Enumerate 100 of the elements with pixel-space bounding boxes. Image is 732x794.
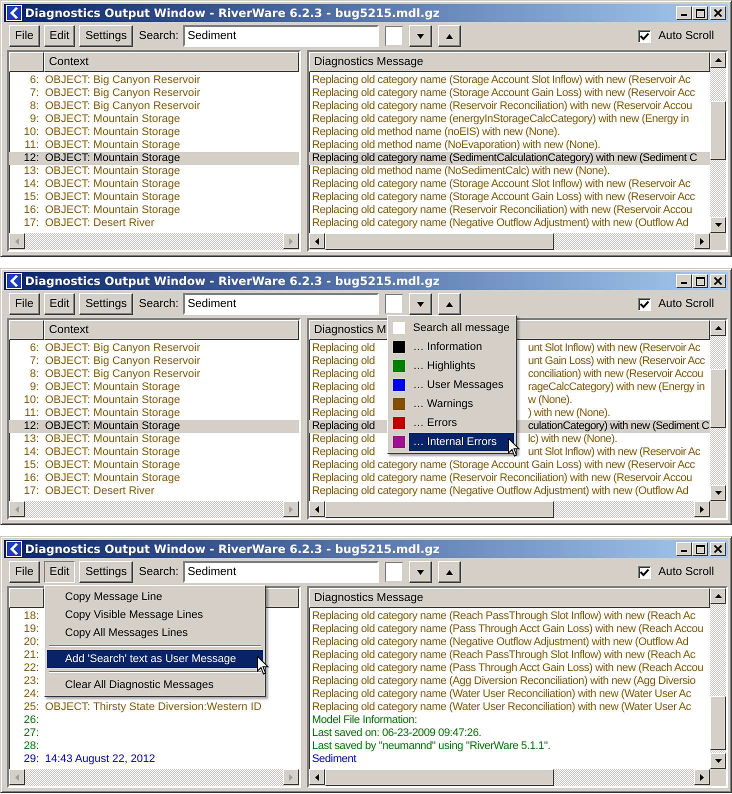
message-text: Replacing old category name (Negative Outflow Adjustment) with new (Outflow Ad	[311, 485, 688, 498]
message-text: Replacing old category name (Pass Through Acct Gain Loss) with new (Reach Accou	[311, 662, 704, 675]
message-text: Replacing old category name (Reach PassThrough Slot Inflow) with new (Reach Ac	[311, 649, 696, 662]
context-text: OBJECT: Mountain Storage	[45, 394, 180, 407]
message-text: ) with new (None).	[528, 407, 610, 420]
message-text: conciliation) with new (Reservoir Accou	[528, 368, 704, 381]
search-label: Search:	[138, 298, 179, 310]
context-text: OBJECT: Big Canyon Reservoir	[45, 342, 200, 355]
message-text: unt Slot Inflow) with new (Reservoir Ac	[528, 342, 700, 355]
message-text: Replacing old	[311, 446, 376, 459]
line-number: 16:	[22, 204, 39, 217]
line-number: 24:	[22, 688, 39, 701]
context-text: OBJECT: Mountain Storage	[45, 165, 180, 178]
message-text: Replacing old category name (Negative Outflow Adjustment) with new (Outflow Ad	[311, 636, 688, 649]
line-number: 17:	[22, 485, 39, 498]
context-text: OBJECT: Desert River	[45, 217, 154, 230]
message-text: Replacing old method name (noEIS) with new (None).	[311, 126, 560, 139]
line-number: 28:	[22, 740, 39, 753]
context-text: OBJECT: Mountain Storage	[45, 472, 180, 485]
message-text: Replacing old category name (Reservoir Reconciliation) with new (Reservoir Accou	[311, 472, 692, 485]
window-title: Diagnostics Output Window - RiverWare 6.2.3 - bug5215.mdl.gz	[25, 6, 440, 20]
window-title: Diagnostics Output Window - RiverWare 6.2.3 - bug5215.mdl.gz	[25, 274, 440, 288]
message-text: Last saved on: 06-23-2009 09:47:26.	[311, 727, 482, 740]
context-text: OBJECT: Mountain Storage	[45, 204, 180, 217]
context-text: OBJECT: Big Canyon Reservoir	[45, 87, 200, 100]
message-text: Replacing old	[311, 433, 376, 446]
message-text: Replacing old category name (Water User Reconciliation) with new (Water User Ac	[311, 688, 691, 701]
context-text: OBJECT: Mountain Storage	[45, 139, 180, 152]
line-number: 13:	[22, 433, 39, 446]
context-text: OBJECT: Mountain Storage	[45, 191, 180, 204]
message-text: Replacing old	[311, 420, 376, 433]
line-number: 11:	[24, 139, 39, 152]
message-text: Replacing old category name (Agg Diversion Reconciliation) with new (Agg Diversio	[311, 675, 696, 688]
message-text: Replacing old	[311, 342, 376, 355]
message-text: culationCategory) with new (Sediment C	[528, 420, 710, 433]
line-number: 21:	[22, 649, 39, 662]
message-text: lc) with new (None).	[528, 433, 618, 446]
line-number: 25:	[22, 701, 39, 714]
context-text: OBJECT: Big Canyon Reservoir	[45, 100, 200, 113]
line-number: 13:	[22, 165, 39, 178]
context-text: OBJECT: Big Canyon Reservoir	[45, 368, 200, 381]
message-text: Replacing old	[311, 394, 376, 407]
search-label: Search:	[138, 30, 179, 42]
context-text: OBJECT: Mountain Storage	[45, 113, 180, 126]
context-text: OBJECT: Mountain Storage	[45, 446, 180, 459]
line-number: 14:	[22, 178, 39, 191]
message-text: Replacing old	[311, 368, 376, 381]
line-number: 8:	[28, 368, 39, 381]
context-text: OBJECT: Mountain Storage	[45, 178, 180, 191]
line-number: 12:	[22, 420, 39, 433]
message-text: Replacing old category name (Storage Account Gain Loss) with new (Reservoir Acc	[311, 191, 695, 204]
search-label: Search:	[138, 566, 179, 578]
context-text: OBJECT: Mountain Storage	[45, 381, 180, 394]
line-number: 19:	[22, 623, 39, 636]
message-text: Replacing old	[311, 407, 376, 420]
line-number: 7:	[28, 87, 39, 100]
message-text: Replacing old method name (NoEvaporation) with new (None).	[311, 139, 600, 152]
context-text: OBJECT: Mountain Storage	[45, 433, 180, 446]
line-number: 6:	[28, 74, 39, 87]
message-text: Replacing old category name (SedimentCalculationCategory) with new (Sediment C	[311, 152, 698, 165]
line-number: 14:	[22, 446, 39, 459]
context-text: OBJECT: Desert River	[45, 485, 154, 498]
context-text: OBJECT: Thirsty State Diversion:Western ID	[45, 701, 262, 714]
line-number: 29:	[22, 753, 39, 766]
message-text: Replacing old category name (Storage Account Slot Inflow) with new (Reservoir Ac	[311, 74, 690, 87]
message-text: Replacing old category name (energyInStorageCalcCategory) with new (Energy in	[311, 113, 689, 126]
message-text: Replacing old category name (Negative Outflow Adjustment) with new (Outflow Ad	[311, 217, 688, 230]
message-text: Replacing old category name (Pass Through Acct Gain Loss) with new (Reach Accou	[311, 623, 704, 636]
line-number: 6:	[28, 342, 39, 355]
message-text: Replacing old category name (Storage Account Gain Loss) with new (Reservoir Acc	[311, 459, 695, 472]
line-number: 20:	[22, 636, 39, 649]
checkbox-label: Auto Scroll	[658, 30, 714, 42]
message-text: Replacing old method name (NoSedimentCalc) with new (None).	[311, 165, 610, 178]
line-number: 22:	[22, 662, 39, 675]
message-text: Replacing old category name (Reservoir Reconciliation) with new (Reservoir Accou	[311, 204, 692, 217]
message-text: Replacing old	[311, 355, 376, 368]
line-number: 26:	[22, 714, 39, 727]
message-text: Replacing old category name (Storage Account Gain Loss) with new (Reservoir Acc	[311, 87, 695, 100]
checkbox-label: Auto Scroll	[658, 298, 714, 310]
line-number: 27:	[22, 727, 39, 740]
line-number: 17:	[22, 217, 39, 230]
message-text: Sediment	[311, 753, 356, 766]
message-text: Replacing old category name (Water User Reconciliation) with new (Water User Ac	[311, 701, 691, 714]
message-text: Model File Information:	[311, 714, 417, 727]
line-number: 9:	[28, 381, 39, 394]
context-text: OBJECT: Mountain Storage	[45, 152, 180, 165]
line-number: 15:	[22, 191, 39, 204]
window-title: Diagnostics Output Window - RiverWare 6.2.3 - bug5215.mdl.gz	[25, 542, 440, 556]
context-text: OBJECT: Mountain Storage	[45, 126, 180, 139]
line-number: 23:	[22, 675, 39, 688]
line-number: 7:	[28, 355, 39, 368]
message-text: Replacing old	[311, 381, 376, 394]
message-text: unt Slot Inflow) with new (Reservoir Ac	[528, 446, 700, 459]
message-text: Replacing old category name (Reservoir Reconciliation) with new (Reservoir Accou	[311, 100, 692, 113]
line-number: 10:	[22, 126, 39, 139]
line-number: 16:	[22, 472, 39, 485]
context-text: OBJECT: Mountain Storage	[45, 420, 180, 433]
message-text: unt Gain Loss) with new (Reservoir Acc	[528, 355, 705, 368]
context-text: OBJECT: Big Canyon Reservoir	[45, 74, 200, 87]
line-number: 9:	[28, 113, 39, 126]
